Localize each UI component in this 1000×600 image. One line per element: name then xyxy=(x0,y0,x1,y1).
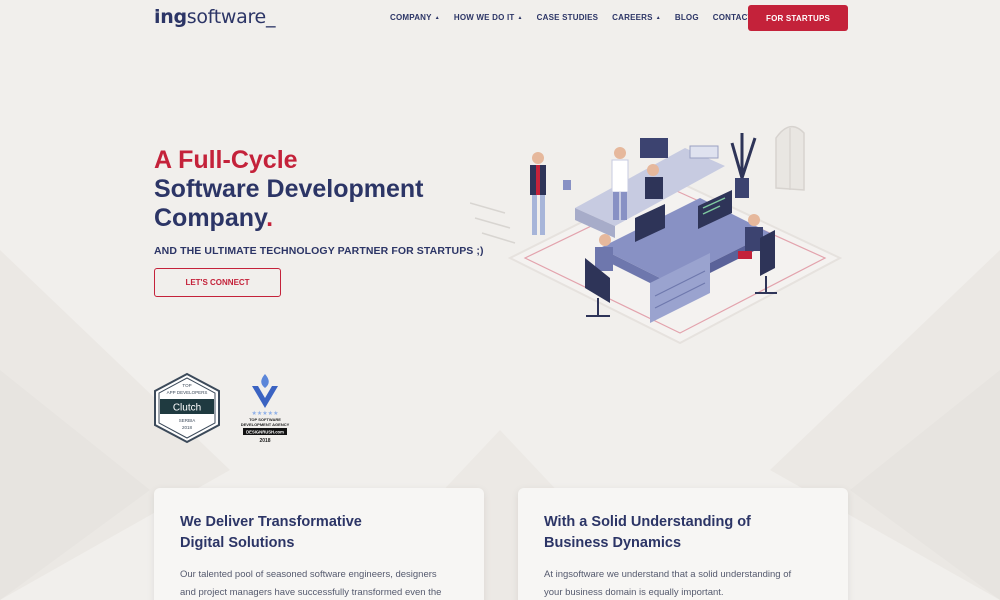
logo-rest: software_ xyxy=(186,6,276,28)
logo[interactable]: ingsoftware_ xyxy=(154,6,275,28)
menu-item-case-studies[interactable]: CASE STUDIES xyxy=(537,13,599,22)
clutch-badge: TOP APP DEVELOPERS Clutch SERBIA 2018 xyxy=(154,372,220,444)
hero-line-3: Company. xyxy=(154,204,424,233)
top-navigation: ingsoftware_ COMPANY ▲ HOW WE DO IT ▲ CA… xyxy=(0,0,1000,36)
office-illustration xyxy=(470,125,843,345)
main-menu: COMPANY ▲ HOW WE DO IT ▲ CASE STUDIES CA… xyxy=(390,13,767,22)
hero-dot: . xyxy=(266,204,274,232)
menu-label: COMPANY xyxy=(390,13,432,22)
menu-label: HOW WE DO IT xyxy=(453,13,515,22)
card-text-line-2: and project managers have successfully t… xyxy=(180,587,442,598)
menu-item-contact[interactable]: CONTACT xyxy=(713,13,753,22)
designrush-year: 2018 xyxy=(259,438,270,444)
card-title-line-1: We Deliver Transformative xyxy=(180,514,362,530)
caret-icon: ▲ xyxy=(434,14,440,21)
menu-item-how-we-do-it[interactable]: HOW WE DO IT ▲ xyxy=(454,13,523,22)
card-text-line-2: your business domain is equally importan… xyxy=(544,587,724,598)
hero-line-1: A Full-Cycle xyxy=(154,146,298,174)
menu-label: CASE STUDIES xyxy=(536,13,599,22)
card-text-line-1: At ingsoftware we understand that a soli… xyxy=(544,569,792,580)
designrush-badge: ★★★★★ TOP SOFTWARE DEVELOPMENT AGENCY DE… xyxy=(241,374,290,444)
card-title-line-1: With a Solid Understanding of xyxy=(544,514,751,530)
card-text: Our talented pool of seasoned software e… xyxy=(180,566,458,600)
clutch-name: Clutch xyxy=(173,403,201,414)
designrush-line2: DEVELOPMENT AGENCY xyxy=(241,422,290,427)
clutch-top: TOP xyxy=(182,383,191,388)
menu-item-blog[interactable]: BLOG xyxy=(675,13,699,22)
logo-bold: ing xyxy=(154,6,187,28)
lets-connect-button[interactable]: LET'S CONNECT xyxy=(154,268,281,297)
caret-icon: ▲ xyxy=(517,14,523,21)
clutch-country: SERBIA xyxy=(179,418,196,423)
card-digital-solutions: We Deliver Transformative Digital Soluti… xyxy=(154,488,484,600)
caret-icon: ▲ xyxy=(655,14,661,21)
menu-item-careers[interactable]: CAREERS ▲ xyxy=(612,13,661,22)
clutch-year: 2018 xyxy=(182,425,193,430)
clutch-line: APP DEVELOPERS xyxy=(167,390,208,395)
card-text-line-1: Our talented pool of seasoned software e… xyxy=(180,569,437,580)
card-title-line-2: Business Dynamics xyxy=(544,535,682,551)
card-title: With a Solid Understanding of Business D… xyxy=(544,512,822,554)
menu-item-company[interactable]: COMPANY ▲ xyxy=(390,13,440,22)
menu-label: BLOG xyxy=(674,13,699,22)
menu-label: CAREERS xyxy=(612,13,653,22)
card-text: At ingsoftware we understand that a soli… xyxy=(544,566,822,600)
hero-subtitle: AND THE ULTIMATE TECHNOLOGY PARTNER FOR … xyxy=(154,245,484,257)
designrush-name: DESIGNRUSH.com xyxy=(246,430,284,435)
hero-line-3-text: Company xyxy=(154,204,267,232)
menu-label: CONTACT xyxy=(712,13,753,22)
card-business-dynamics: With a Solid Understanding of Business D… xyxy=(518,488,848,600)
hero-heading: A Full-Cycle Software Development Compan… xyxy=(154,146,424,233)
designrush-stars: ★★★★★ xyxy=(252,410,279,417)
for-startups-button[interactable]: FOR STARTUPS xyxy=(748,5,848,31)
card-title-line-2: Digital Solutions xyxy=(180,535,295,551)
hero-line-2: Software Development xyxy=(154,175,424,203)
card-title: We Deliver Transformative Digital Soluti… xyxy=(180,512,458,554)
